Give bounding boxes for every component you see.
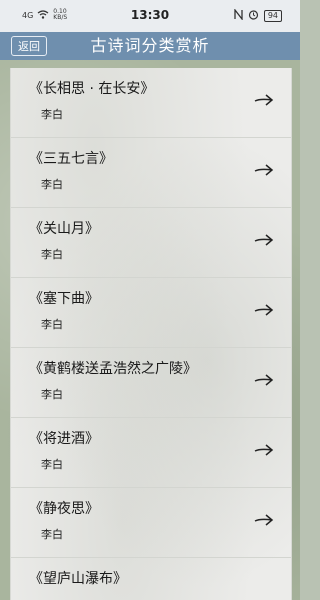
list-item[interactable]: 《将进酒》 李白: [11, 418, 291, 488]
nfc-icon: [234, 8, 243, 23]
arrow-right-icon[interactable]: [253, 302, 275, 318]
poem-title: 《望庐山瀑布》: [29, 571, 127, 587]
poem-author: 李白: [41, 388, 63, 401]
poem-list: 《长相思 · 在长安》 李白 《三五七言》 李白 《关山月》 李白 《塞下曲》 …: [10, 68, 292, 600]
arrow-right-icon[interactable]: [253, 162, 275, 178]
list-item[interactable]: 《三五七言》 李白: [11, 138, 291, 208]
list-item[interactable]: 《关山月》 李白: [11, 208, 291, 278]
list-item[interactable]: 《长相思 · 在长安》 李白: [11, 68, 291, 138]
poem-title: 《将进酒》: [29, 431, 99, 447]
poem-author: 李白: [41, 248, 63, 261]
arrow-right-icon[interactable]: [253, 232, 275, 248]
poem-title: 《塞下曲》: [29, 291, 99, 307]
arrow-right-icon[interactable]: [253, 372, 275, 388]
poem-author: 李白: [41, 528, 63, 541]
poem-title: 《三五七言》: [29, 151, 113, 167]
poem-author: 李白: [41, 458, 63, 471]
arrow-right-icon[interactable]: [253, 442, 275, 458]
status-right: 94: [234, 8, 282, 23]
poem-title: 《黄鹤楼送孟浩然之广陵》: [29, 361, 197, 377]
poem-author: 李白: [41, 178, 63, 191]
list-item[interactable]: 《黄鹤楼送孟浩然之广陵》 李白: [11, 348, 291, 418]
status-bar: 4G 0.10 KB/S 13:30 94: [0, 0, 300, 32]
list-item[interactable]: 《塞下曲》 李白: [11, 278, 291, 348]
poem-title: 《静夜思》: [29, 501, 99, 517]
poem-title: 《长相思 · 在长安》: [29, 81, 155, 97]
page-title: 古诗词分类赏析: [90, 36, 210, 55]
nav-bar: 返回 古诗词分类赏析: [0, 32, 300, 61]
list-item[interactable]: 《望庐山瀑布》: [11, 558, 291, 600]
poem-author: 李白: [41, 318, 63, 331]
poem-title: 《关山月》: [29, 221, 99, 237]
list-item[interactable]: 《静夜思》 李白: [11, 488, 291, 558]
content-background: 《长相思 · 在长安》 李白 《三五七言》 李白 《关山月》 李白 《塞下曲》 …: [0, 60, 300, 600]
battery-icon: 94: [263, 10, 282, 22]
poem-author: 李白: [41, 108, 63, 121]
arrow-right-icon[interactable]: [253, 512, 275, 528]
alarm-icon: [248, 9, 259, 23]
arrow-right-icon[interactable]: [253, 92, 275, 108]
